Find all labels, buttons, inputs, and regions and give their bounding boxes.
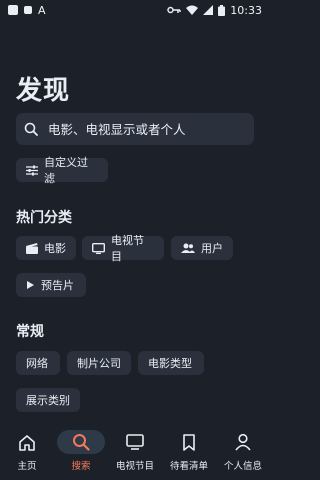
key-icon [167, 5, 182, 15]
play-icon [26, 280, 35, 290]
bookmark-icon [165, 430, 213, 454]
nav-home[interactable]: 主页 [0, 430, 54, 472]
search-bar[interactable] [16, 113, 254, 145]
tv-icon [92, 242, 105, 254]
chip-label: 用户 [201, 242, 223, 255]
wifi-icon [186, 5, 199, 15]
chip-show-categories[interactable]: 展示类别 [16, 388, 80, 412]
chip-label: 预告片 [41, 279, 74, 292]
chip-label: 网络 [26, 357, 48, 370]
shield-icon [24, 6, 32, 14]
system-icons: 10:33 [167, 4, 262, 17]
chip-label: 展示类别 [26, 394, 70, 407]
nav-label: 个人信息 [223, 461, 262, 472]
section-title-general: 常规 [16, 324, 44, 340]
search-icon [24, 122, 38, 136]
home-icon [3, 430, 51, 454]
chip-movies[interactable]: 电影 [16, 236, 76, 260]
chip-movie-genres[interactable]: 电影类型 [138, 351, 204, 375]
nav-label: 电视节目 [115, 461, 154, 472]
status-time: 10:33 [230, 3, 262, 17]
bottom-navigation: 主页 搜索 电视节目 待看清单 个人信息 [0, 420, 270, 480]
chip-trailers[interactable]: 预告片 [16, 273, 86, 297]
custom-filter-label: 自定义过滤 [44, 156, 88, 185]
chip-label: 制片公司 [77, 357, 121, 370]
tv-icon [111, 430, 159, 454]
nav-profile[interactable]: 个人信息 [216, 430, 270, 472]
nav-label: 主页 [17, 461, 37, 472]
sliders-icon [26, 165, 38, 176]
chip-label: 电影类型 [148, 357, 192, 370]
users-icon [181, 243, 195, 253]
section-title-popular: 热门分类 [16, 210, 72, 226]
search-icon [57, 430, 105, 454]
nav-label: 搜索 [71, 461, 91, 472]
app-notification-icon [8, 5, 18, 15]
chip-tv-shows[interactable]: 电视节目 [82, 234, 164, 263]
chip-networks[interactable]: 网络 [16, 351, 60, 375]
clapperboard-icon [26, 242, 38, 254]
status-bar: A 10:33 [0, 0, 270, 20]
nav-watchlist[interactable]: 待看清单 [162, 430, 216, 472]
page-title: 发现 [16, 76, 71, 106]
custom-filter-button[interactable]: 自定义过滤 [16, 156, 108, 185]
a-icon: A [38, 3, 46, 17]
notification-icons: A [8, 5, 46, 16]
nav-tv-shows[interactable]: 电视节目 [108, 430, 162, 472]
battery-icon [218, 4, 226, 16]
search-input[interactable] [46, 120, 250, 138]
nav-search[interactable]: 搜索 [54, 430, 108, 472]
chip-users[interactable]: 用户 [171, 236, 233, 260]
chip-label: 电视节目 [111, 234, 144, 263]
signal-icon [203, 5, 214, 15]
chip-studios[interactable]: 制片公司 [67, 351, 131, 375]
person-icon [219, 430, 267, 454]
chip-label: 电影 [44, 242, 66, 255]
nav-label: 待看清单 [169, 461, 208, 472]
